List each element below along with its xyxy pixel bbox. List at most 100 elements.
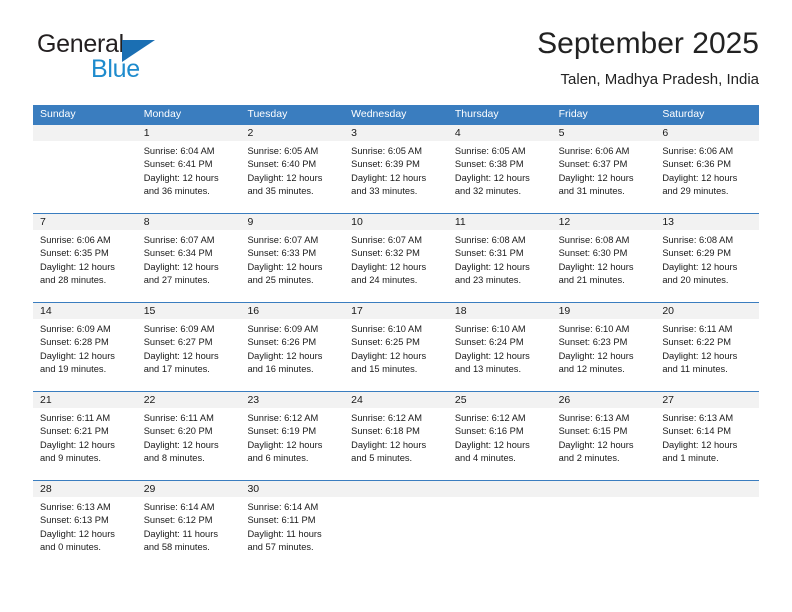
- day-cell[interactable]: 24 Sunrise: 6:12 AM Sunset: 6:18 PM Dayl…: [344, 392, 448, 480]
- week-row: 28 Sunrise: 6:13 AM Sunset: 6:13 PM Dayl…: [33, 480, 760, 566]
- day-number-band: [344, 481, 448, 497]
- sunset-text: Sunset: 6:41 PM: [143, 159, 213, 170]
- day-cell[interactable]: 22 Sunrise: 6:11 AM Sunset: 6:20 PM Dayl…: [136, 392, 241, 480]
- day-body: [655, 497, 759, 501]
- day-cell[interactable]: 17 Sunrise: 6:10 AM Sunset: 6:25 PM Dayl…: [344, 303, 448, 391]
- day-number-band: 4: [447, 125, 552, 141]
- sunset-text: Sunset: 6:19 PM: [247, 426, 317, 437]
- sunset-text: Sunset: 6:18 PM: [351, 426, 420, 437]
- day-cell[interactable]: 10 Sunrise: 6:07 AM Sunset: 6:32 PM Dayl…: [344, 214, 448, 302]
- sunset-text: Sunset: 6:20 PM: [143, 426, 213, 437]
- day-cell[interactable]: [551, 481, 656, 566]
- day-cell[interactable]: 5 Sunrise: 6:06 AM Sunset: 6:37 PM Dayli…: [551, 125, 656, 213]
- day-cell[interactable]: 6 Sunrise: 6:06 AM Sunset: 6:36 PM Dayli…: [655, 125, 760, 213]
- day-number: 14: [40, 305, 52, 317]
- day-body: Sunrise: 6:10 AM Sunset: 6:25 PM Dayligh…: [344, 319, 448, 377]
- daylight-text-line1: Daylight: 12 hours: [351, 350, 427, 361]
- sunset-text: Sunset: 6:27 PM: [143, 337, 213, 348]
- day-cell[interactable]: 21 Sunrise: 6:11 AM Sunset: 6:21 PM Dayl…: [33, 392, 137, 480]
- day-cell[interactable]: 2 Sunrise: 6:05 AM Sunset: 6:40 PM Dayli…: [240, 125, 345, 213]
- daylight-text-line1: Daylight: 12 hours: [662, 261, 738, 272]
- daylight-text-line2: and 0 minutes.: [40, 542, 101, 553]
- day-cell[interactable]: 9 Sunrise: 6:07 AM Sunset: 6:33 PM Dayli…: [240, 214, 345, 302]
- day-number-band: 16: [240, 303, 345, 319]
- day-cell[interactable]: 23 Sunrise: 6:12 AM Sunset: 6:19 PM Dayl…: [240, 392, 345, 480]
- day-cell[interactable]: 7 Sunrise: 6:06 AM Sunset: 6:35 PM Dayli…: [33, 214, 137, 302]
- day-cell[interactable]: 8 Sunrise: 6:07 AM Sunset: 6:34 PM Dayli…: [136, 214, 241, 302]
- sunrise-text: Sunrise: 6:08 AM: [662, 235, 734, 245]
- day-cell[interactable]: [344, 481, 448, 566]
- day-cell[interactable]: [655, 481, 760, 566]
- daylight-text-line1: Daylight: 12 hours: [40, 350, 115, 361]
- sunset-text: Sunset: 6:31 PM: [454, 248, 524, 259]
- day-cell[interactable]: 13 Sunrise: 6:08 AM Sunset: 6:29 PM Dayl…: [655, 214, 760, 302]
- sunset-text: Sunset: 6:36 PM: [662, 159, 732, 170]
- day-cell[interactable]: [447, 481, 552, 566]
- day-cell[interactable]: 12 Sunrise: 6:08 AM Sunset: 6:30 PM Dayl…: [551, 214, 656, 302]
- day-number-band: 7: [33, 214, 137, 230]
- day-cell[interactable]: [33, 125, 137, 213]
- daylight-text-line2: and 27 minutes.: [143, 275, 210, 286]
- title-block: September 2025 Talen, Madhya Pradesh, In…: [299, 26, 759, 91]
- day-cell[interactable]: 1 Sunrise: 6:04 AM Sunset: 6:41 PM Dayli…: [136, 125, 241, 213]
- day-number-band: 25: [447, 392, 552, 408]
- day-body: Sunrise: 6:08 AM Sunset: 6:30 PM Dayligh…: [552, 230, 656, 288]
- day-number-band: 22: [136, 392, 241, 408]
- sunset-text: Sunset: 6:40 PM: [247, 159, 317, 170]
- day-cell[interactable]: 20 Sunrise: 6:11 AM Sunset: 6:22 PM Dayl…: [655, 303, 760, 391]
- day-number-band: 28: [33, 481, 137, 497]
- day-number-band: [33, 125, 137, 141]
- day-cell[interactable]: 18 Sunrise: 6:10 AM Sunset: 6:24 PM Dayl…: [447, 303, 552, 391]
- day-body: Sunrise: 6:07 AM Sunset: 6:32 PM Dayligh…: [344, 230, 448, 288]
- day-body: Sunrise: 6:04 AM Sunset: 6:41 PM Dayligh…: [137, 141, 241, 199]
- sunrise-text: Sunrise: 6:09 AM: [40, 324, 111, 334]
- weekday-header-saturday: Saturday: [662, 108, 705, 120]
- sunset-text: Sunset: 6:32 PM: [351, 248, 420, 259]
- day-cell[interactable]: 26 Sunrise: 6:13 AM Sunset: 6:15 PM Dayl…: [551, 392, 656, 480]
- day-cell[interactable]: 30 Sunrise: 6:14 AM Sunset: 6:11 PM Dayl…: [240, 481, 345, 566]
- daylight-text-line1: Daylight: 12 hours: [351, 439, 427, 450]
- sunset-text: Sunset: 6:29 PM: [662, 248, 732, 259]
- day-cell[interactable]: 3 Sunrise: 6:05 AM Sunset: 6:39 PM Dayli…: [344, 125, 448, 213]
- sunrise-text: Sunrise: 6:13 AM: [558, 413, 630, 423]
- day-cell[interactable]: 4 Sunrise: 6:05 AM Sunset: 6:38 PM Dayli…: [447, 125, 552, 213]
- daylight-text-line1: Daylight: 12 hours: [143, 439, 219, 450]
- day-number: 18: [454, 305, 467, 317]
- day-cell[interactable]: 28 Sunrise: 6:13 AM Sunset: 6:13 PM Dayl…: [33, 481, 137, 566]
- day-cell[interactable]: 15 Sunrise: 6:09 AM Sunset: 6:27 PM Dayl…: [136, 303, 241, 391]
- daylight-text-line2: and 12 minutes.: [558, 364, 625, 375]
- day-number: 9: [247, 216, 254, 228]
- general-blue-logo[interactable]: General Blue: [33, 26, 263, 86]
- sunset-text: Sunset: 6:12 PM: [143, 515, 213, 526]
- week-row: 7 Sunrise: 6:06 AM Sunset: 6:35 PM Dayli…: [33, 213, 760, 302]
- day-cell[interactable]: 16 Sunrise: 6:09 AM Sunset: 6:26 PM Dayl…: [240, 303, 345, 391]
- day-number-band: 11: [447, 214, 552, 230]
- sunset-text: Sunset: 6:13 PM: [40, 515, 109, 526]
- daylight-text-line1: Daylight: 12 hours: [351, 172, 427, 183]
- sunset-text: Sunset: 6:22 PM: [662, 337, 732, 348]
- day-cell[interactable]: 27 Sunrise: 6:13 AM Sunset: 6:14 PM Dayl…: [655, 392, 760, 480]
- day-cell[interactable]: 29 Sunrise: 6:14 AM Sunset: 6:12 PM Dayl…: [136, 481, 241, 566]
- sunrise-text: Sunrise: 6:11 AM: [662, 324, 733, 334]
- calendar-grid: Sunday Monday Tuesday Wednesday Thursday…: [33, 105, 760, 566]
- weekday-header-wednesday: Wednesday: [351, 108, 407, 120]
- day-cell[interactable]: 14 Sunrise: 6:09 AM Sunset: 6:28 PM Dayl…: [33, 303, 137, 391]
- day-number: 5: [558, 127, 565, 139]
- day-cell[interactable]: 25 Sunrise: 6:12 AM Sunset: 6:16 PM Dayl…: [447, 392, 552, 480]
- day-body: Sunrise: 6:14 AM Sunset: 6:12 PM Dayligh…: [137, 497, 241, 555]
- day-body: Sunrise: 6:05 AM Sunset: 6:38 PM Dayligh…: [448, 141, 552, 199]
- day-number: 15: [143, 305, 156, 317]
- day-cell[interactable]: 11 Sunrise: 6:08 AM Sunset: 6:31 PM Dayl…: [447, 214, 552, 302]
- sunset-text: Sunset: 6:33 PM: [247, 248, 317, 259]
- sunrise-text: Sunrise: 6:06 AM: [558, 146, 630, 156]
- sunrise-text: Sunrise: 6:09 AM: [143, 324, 215, 334]
- day-cell[interactable]: 19 Sunrise: 6:10 AM Sunset: 6:23 PM Dayl…: [551, 303, 656, 391]
- week-row: 1 Sunrise: 6:04 AM Sunset: 6:41 PM Dayli…: [33, 124, 760, 213]
- daylight-text-line1: Daylight: 12 hours: [558, 261, 634, 272]
- daylight-text-line1: Daylight: 12 hours: [558, 172, 634, 183]
- weekday-header-friday: Friday: [558, 108, 588, 120]
- daylight-text-line1: Daylight: 12 hours: [454, 439, 530, 450]
- day-number: 6: [662, 127, 669, 139]
- day-number-band: 12: [551, 214, 656, 230]
- sunrise-text: Sunrise: 6:04 AM: [143, 146, 215, 156]
